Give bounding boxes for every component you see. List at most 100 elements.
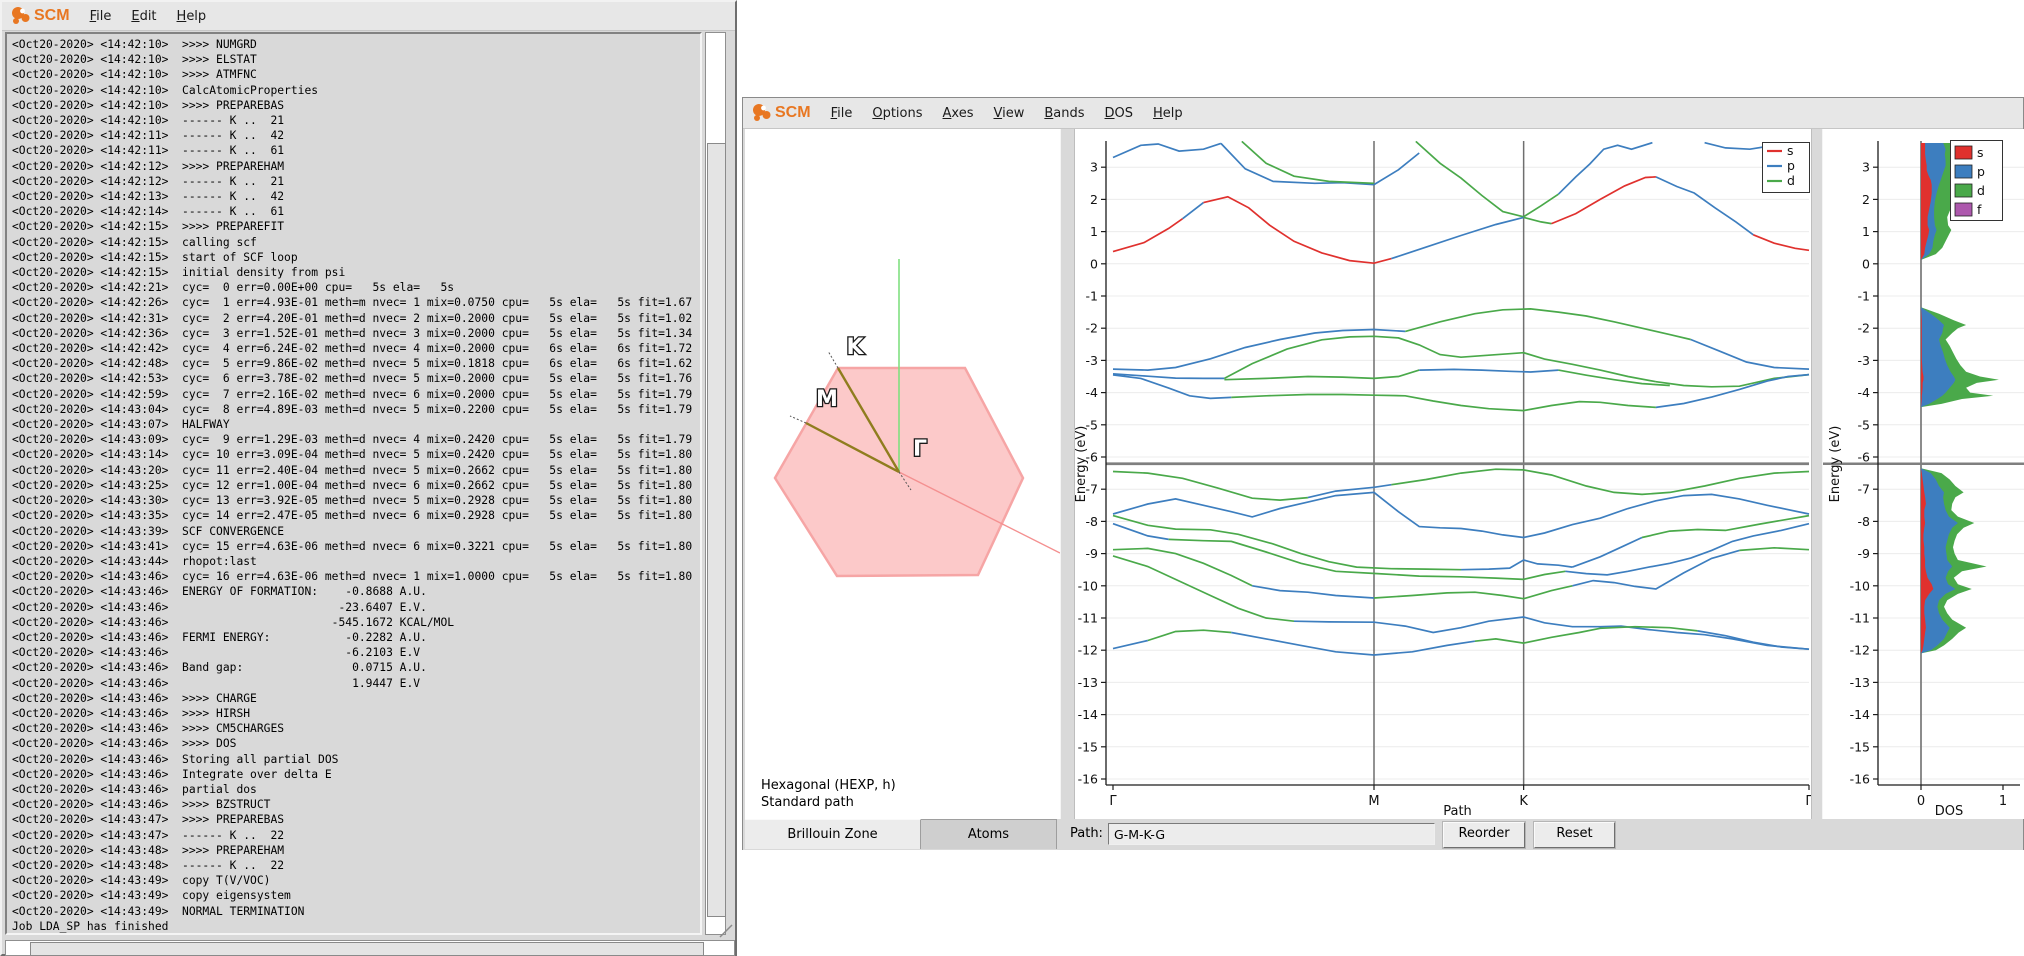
svg-text:K: K bbox=[1519, 794, 1528, 809]
band-xaxis-label: Path bbox=[1443, 804, 1472, 819]
menu-item-axes[interactable]: Axes bbox=[933, 106, 984, 121]
svg-text:0: 0 bbox=[1090, 256, 1098, 271]
svg-text:-13: -13 bbox=[1078, 675, 1098, 690]
svg-text:0: 0 bbox=[1862, 256, 1870, 271]
bz-dash-ext-m bbox=[790, 416, 806, 423]
path-input[interactable] bbox=[1108, 823, 1435, 845]
brillouin-zone-figure[interactable]: K M Γ bbox=[745, 129, 1060, 819]
svg-text:-8: -8 bbox=[1858, 514, 1871, 529]
svg-text:-1: -1 bbox=[1858, 289, 1870, 304]
bz-dash-ext-k bbox=[828, 351, 838, 368]
brillouin-zone-panel[interactable]: K M Γ Hexagonal (HEXP, h) Standard path bbox=[745, 129, 1060, 819]
log-text-area[interactable]: <Oct20-2020> <14:42:10> >>>> NUMGRD <Oct… bbox=[5, 32, 702, 935]
panel-sash-right[interactable] bbox=[1811, 129, 1823, 819]
bz-label-m: M bbox=[816, 387, 838, 412]
bandstructure-menubar: SCM FileOptionsAxesViewBandsDOSHelp bbox=[743, 98, 2023, 129]
svg-text:-2: -2 bbox=[1086, 321, 1098, 336]
menu-item-help[interactable]: Help bbox=[167, 9, 217, 24]
svg-text:2: 2 bbox=[1862, 192, 1870, 207]
svg-text:-9: -9 bbox=[1858, 546, 1871, 561]
tab-brillouin-zone[interactable]: Brillouin Zone bbox=[745, 819, 921, 849]
reset-button[interactable]: Reset bbox=[1534, 822, 1615, 848]
menu-item-help[interactable]: Help bbox=[1143, 106, 1193, 121]
scm-logo-menu[interactable]: SCM bbox=[2, 6, 80, 26]
svg-text:3: 3 bbox=[1862, 160, 1870, 175]
svg-text:-4: -4 bbox=[1086, 385, 1099, 400]
logfile-menu-items: FileEditHelp bbox=[80, 9, 217, 24]
svg-text:d: d bbox=[1977, 183, 1985, 198]
scm-logo-icon-2 bbox=[751, 103, 773, 123]
svg-text:f: f bbox=[1977, 202, 1982, 217]
svg-text:-9: -9 bbox=[1086, 546, 1099, 561]
svg-text:s: s bbox=[1977, 145, 1984, 160]
svg-text:-14: -14 bbox=[1078, 707, 1098, 722]
svg-text:-11: -11 bbox=[1850, 611, 1870, 626]
svg-text:1: 1 bbox=[1999, 794, 2007, 809]
menu-item-view[interactable]: View bbox=[984, 106, 1035, 121]
reorder-button[interactable]: Reorder bbox=[1443, 822, 1525, 848]
logfile-menubar: SCM FileEditHelp bbox=[2, 2, 735, 31]
bz-path-type: Standard path bbox=[761, 794, 896, 811]
scm-logo-menu-2[interactable]: SCM bbox=[743, 103, 821, 123]
svg-text:-13: -13 bbox=[1850, 675, 1870, 690]
bz-lattice-type: Hexagonal (HEXP, h) bbox=[761, 777, 896, 794]
svg-text:-15: -15 bbox=[1850, 739, 1870, 754]
dos-panel: 3210-1-2-3-4-5-6-7-8-9-10-11-12-13-14-15… bbox=[1823, 129, 2024, 819]
svg-text:-12: -12 bbox=[1078, 643, 1098, 658]
dos-yaxis-label: Energy (eV) bbox=[1828, 426, 1843, 503]
svg-text:-1: -1 bbox=[1086, 289, 1098, 304]
menu-item-dos[interactable]: DOS bbox=[1095, 106, 1144, 121]
svg-text:-16: -16 bbox=[1850, 772, 1870, 787]
band-yaxis-label: Energy (eV) bbox=[1075, 426, 1089, 503]
menu-item-file[interactable]: File bbox=[80, 9, 122, 24]
svg-text:-15: -15 bbox=[1078, 739, 1098, 754]
svg-text:-5: -5 bbox=[1858, 417, 1870, 432]
svg-text:s: s bbox=[1787, 143, 1794, 158]
tab-atoms[interactable]: Atoms bbox=[921, 819, 1057, 849]
log-output[interactable]: <Oct20-2020> <14:42:10> >>>> NUMGRD <Oct… bbox=[7, 34, 700, 934]
band-curves bbox=[1113, 141, 1809, 655]
band-structure-plot: 3210-1-2-3-4-5-6-7-8-9-10-11-12-13-14-15… bbox=[1075, 129, 1811, 819]
dos-plot: 3210-1-2-3-4-5-6-7-8-9-10-11-12-13-14-15… bbox=[1823, 129, 2024, 819]
svg-text:p: p bbox=[1787, 158, 1795, 173]
svg-text:1: 1 bbox=[1862, 224, 1870, 239]
svg-text:-8: -8 bbox=[1086, 514, 1099, 529]
scm-logo-text-2: SCM bbox=[775, 104, 811, 122]
menu-item-file[interactable]: File bbox=[821, 106, 863, 121]
svg-text:0: 0 bbox=[1917, 794, 1925, 809]
svg-text:-3: -3 bbox=[1086, 353, 1098, 368]
log-vertical-scrollbar[interactable] bbox=[705, 32, 726, 935]
svg-text:-16: -16 bbox=[1078, 772, 1098, 787]
svg-text:2: 2 bbox=[1090, 192, 1098, 207]
svg-text:-14: -14 bbox=[1850, 707, 1870, 722]
resize-grip-icon[interactable] bbox=[708, 924, 734, 938]
svg-text:-7: -7 bbox=[1858, 482, 1870, 497]
logfile-window: SCM FileEditHelp <Oct20-2020> <14:42:10>… bbox=[0, 0, 737, 956]
svg-text:3: 3 bbox=[1090, 160, 1098, 175]
bz-label-k: K bbox=[846, 335, 864, 360]
log-hscroll-thumb[interactable] bbox=[30, 942, 704, 956]
menu-item-edit[interactable]: Edit bbox=[121, 9, 166, 24]
path-label: Path: bbox=[1070, 826, 1103, 841]
svg-text:-10: -10 bbox=[1078, 578, 1098, 593]
menu-item-bands[interactable]: Bands bbox=[1034, 106, 1094, 121]
svg-text:d: d bbox=[1787, 173, 1795, 188]
scm-logo-text: SCM bbox=[34, 7, 70, 25]
bandstructure-window: SCM FileOptionsAxesViewBandsDOSHelp K M … bbox=[742, 97, 2024, 850]
bz-label-gamma: Γ bbox=[913, 437, 927, 462]
svg-text:-10: -10 bbox=[1850, 578, 1870, 593]
svg-text:-2: -2 bbox=[1858, 321, 1870, 336]
svg-text:-11: -11 bbox=[1078, 611, 1098, 626]
svg-text:-3: -3 bbox=[1858, 353, 1870, 368]
bandstructure-menu-items: FileOptionsAxesViewBandsDOSHelp bbox=[821, 106, 1193, 121]
band-structure-panel: 3210-1-2-3-4-5-6-7-8-9-10-11-12-13-14-15… bbox=[1075, 129, 1811, 819]
log-horizontal-scrollbar[interactable] bbox=[5, 940, 735, 956]
menu-item-options[interactable]: Options bbox=[862, 106, 932, 121]
svg-text:p: p bbox=[1977, 164, 1985, 179]
dos-xaxis-label: DOS bbox=[1935, 804, 1964, 819]
bz-caption: Hexagonal (HEXP, h) Standard path bbox=[761, 777, 896, 811]
svg-text:-4: -4 bbox=[1858, 385, 1871, 400]
svg-text:-12: -12 bbox=[1850, 643, 1870, 658]
panel-sash-left[interactable] bbox=[1060, 129, 1075, 819]
log-vscroll-thumb[interactable] bbox=[707, 143, 726, 917]
